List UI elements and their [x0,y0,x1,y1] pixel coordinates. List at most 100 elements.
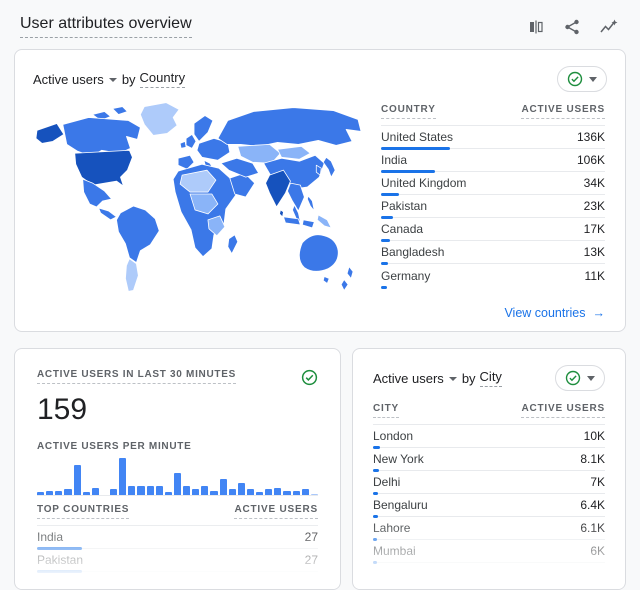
minute-bar [165,492,172,495]
realtime-table-header: TOP COUNTRIES ACTIVE USERS [37,504,318,526]
active-users-column-header[interactable]: ACTIVE USERS [521,104,605,119]
active-users-column-header[interactable]: ACTIVE USERS [234,504,318,519]
minute-bar [247,489,254,495]
minute-bar [238,483,245,495]
table-row: Pakistan 23K [381,195,605,218]
table-row: Lahore 6.1K [373,517,605,540]
minute-bar [74,465,81,495]
city-card: Active users by City CITY ACTIVE USERS L… [352,348,626,590]
arrow-right-icon: → [593,306,606,320]
page-header: User attributes overview [0,0,640,49]
minute-bar [156,486,163,495]
active-users-column-header[interactable]: ACTIVE USERS [521,403,605,418]
header-toolbar [526,17,618,37]
realtime-card-header: ACTIVE USERS IN LAST 30 MINUTES [37,369,318,386]
table-row: United States 15 [37,572,318,590]
map-argentina [125,259,138,292]
country-column-header[interactable]: COUNTRY [381,104,436,119]
table-row: New York 8.1K [373,448,605,471]
minute-bar [274,488,281,495]
minute-bar [37,492,44,495]
table-row: India 106K [381,149,605,172]
map-brazil [116,206,159,263]
minute-bar [147,486,154,495]
minute-bar [92,488,99,495]
table-row: Pakistan 27 [37,549,318,572]
minute-bar [110,489,117,495]
minute-bar [293,491,300,495]
minute-bar [192,489,199,495]
active-users-per-minute-chart [37,458,318,496]
minute-bar [183,486,190,495]
metric-caret-icon [449,377,457,381]
check-circle-icon [567,71,583,87]
dimension-selector-country[interactable]: Country [140,70,186,88]
dimension-selector-city[interactable]: City [480,369,502,387]
metric-selector[interactable]: Active users [33,72,104,87]
data-quality-dropdown[interactable] [555,365,605,391]
page-title: User attributes overview [20,15,192,38]
minute-bar [201,486,208,495]
minute-bar [174,473,181,495]
minute-bar [210,491,217,495]
realtime-title[interactable]: ACTIVE USERS IN LAST 30 MINUTES [37,369,236,384]
comparison-icon[interactable] [526,17,546,37]
minute-bar [137,486,144,495]
table-row: Mumbai 6K [373,540,605,563]
realtime-card: ACTIVE USERS IN LAST 30 MINUTES 159 ACTI… [14,348,341,590]
map-australia [299,235,338,272]
by-label: by [122,72,136,87]
table-row: London 10K [373,425,605,448]
realtime-country-table: TOP COUNTRIES ACTIVE USERS India 27 Paki… [37,504,318,590]
minute-bar [119,458,126,495]
city-card-header: Active users by City [373,365,605,391]
view-countries-link[interactable]: View countries → [504,306,605,320]
active-users-count: 159 [37,395,318,425]
minute-bar [55,491,62,495]
city-table-header: CITY ACTIVE USERS [373,403,605,425]
table-row: Delhi 7K [373,471,605,494]
minute-bar [256,492,263,495]
minute-bar [265,489,272,495]
table-row: Germany 11K [381,264,605,287]
table-row: Bengaluru 6.4K [373,494,605,517]
check-circle-icon [565,370,581,386]
minute-bar [64,489,71,495]
metric-selector[interactable]: Active users [373,371,444,386]
minute-bar [46,491,53,495]
city-table: CITY ACTIVE USERS London 10K New York 8.… [373,403,605,563]
map-greenland [140,103,179,136]
share-icon[interactable] [562,17,582,37]
top-countries-column-header[interactable]: TOP COUNTRIES [37,504,129,519]
table-row: Bangladesh 13K [381,241,605,264]
country-card: Active users by Country [14,49,626,332]
by-label: by [462,371,476,386]
table-row: India 27 [37,526,318,549]
minute-bar [128,486,135,495]
minute-bar [220,479,227,495]
table-row: United Kingdom 34K [381,172,605,195]
check-circle-icon [301,369,318,386]
bottom-card-row: ACTIVE USERS IN LAST 30 MINUTES 159 ACTI… [14,348,626,590]
country-table-header: COUNTRY ACTIVE USERS [381,104,605,126]
minute-bar [311,494,318,495]
row-share-bar [373,561,377,564]
map-india [266,170,291,207]
table-row: Canada 17K [381,218,605,241]
country-card-header: Active users by Country [33,66,607,92]
minute-bar [283,491,290,495]
map-alaska [36,123,64,143]
minute-bar [229,489,236,495]
country-table: COUNTRY ACTIVE USERS United States 136K … [381,104,605,300]
per-minute-chart-title: ACTIVE USERS PER MINUTE [37,441,318,452]
map-russia [218,108,361,147]
chevron-down-icon [587,376,595,381]
data-quality-dropdown[interactable] [557,66,607,92]
country-card-body: COUNTRY ACTIVE USERS United States 136K … [33,100,607,300]
chevron-down-icon [589,77,597,82]
city-column-header[interactable]: CITY [373,403,399,418]
country-card-title: Active users by Country [33,70,185,88]
row-share-bar [381,286,387,289]
insights-icon[interactable] [598,17,618,37]
map-united-kingdom [186,134,196,148]
